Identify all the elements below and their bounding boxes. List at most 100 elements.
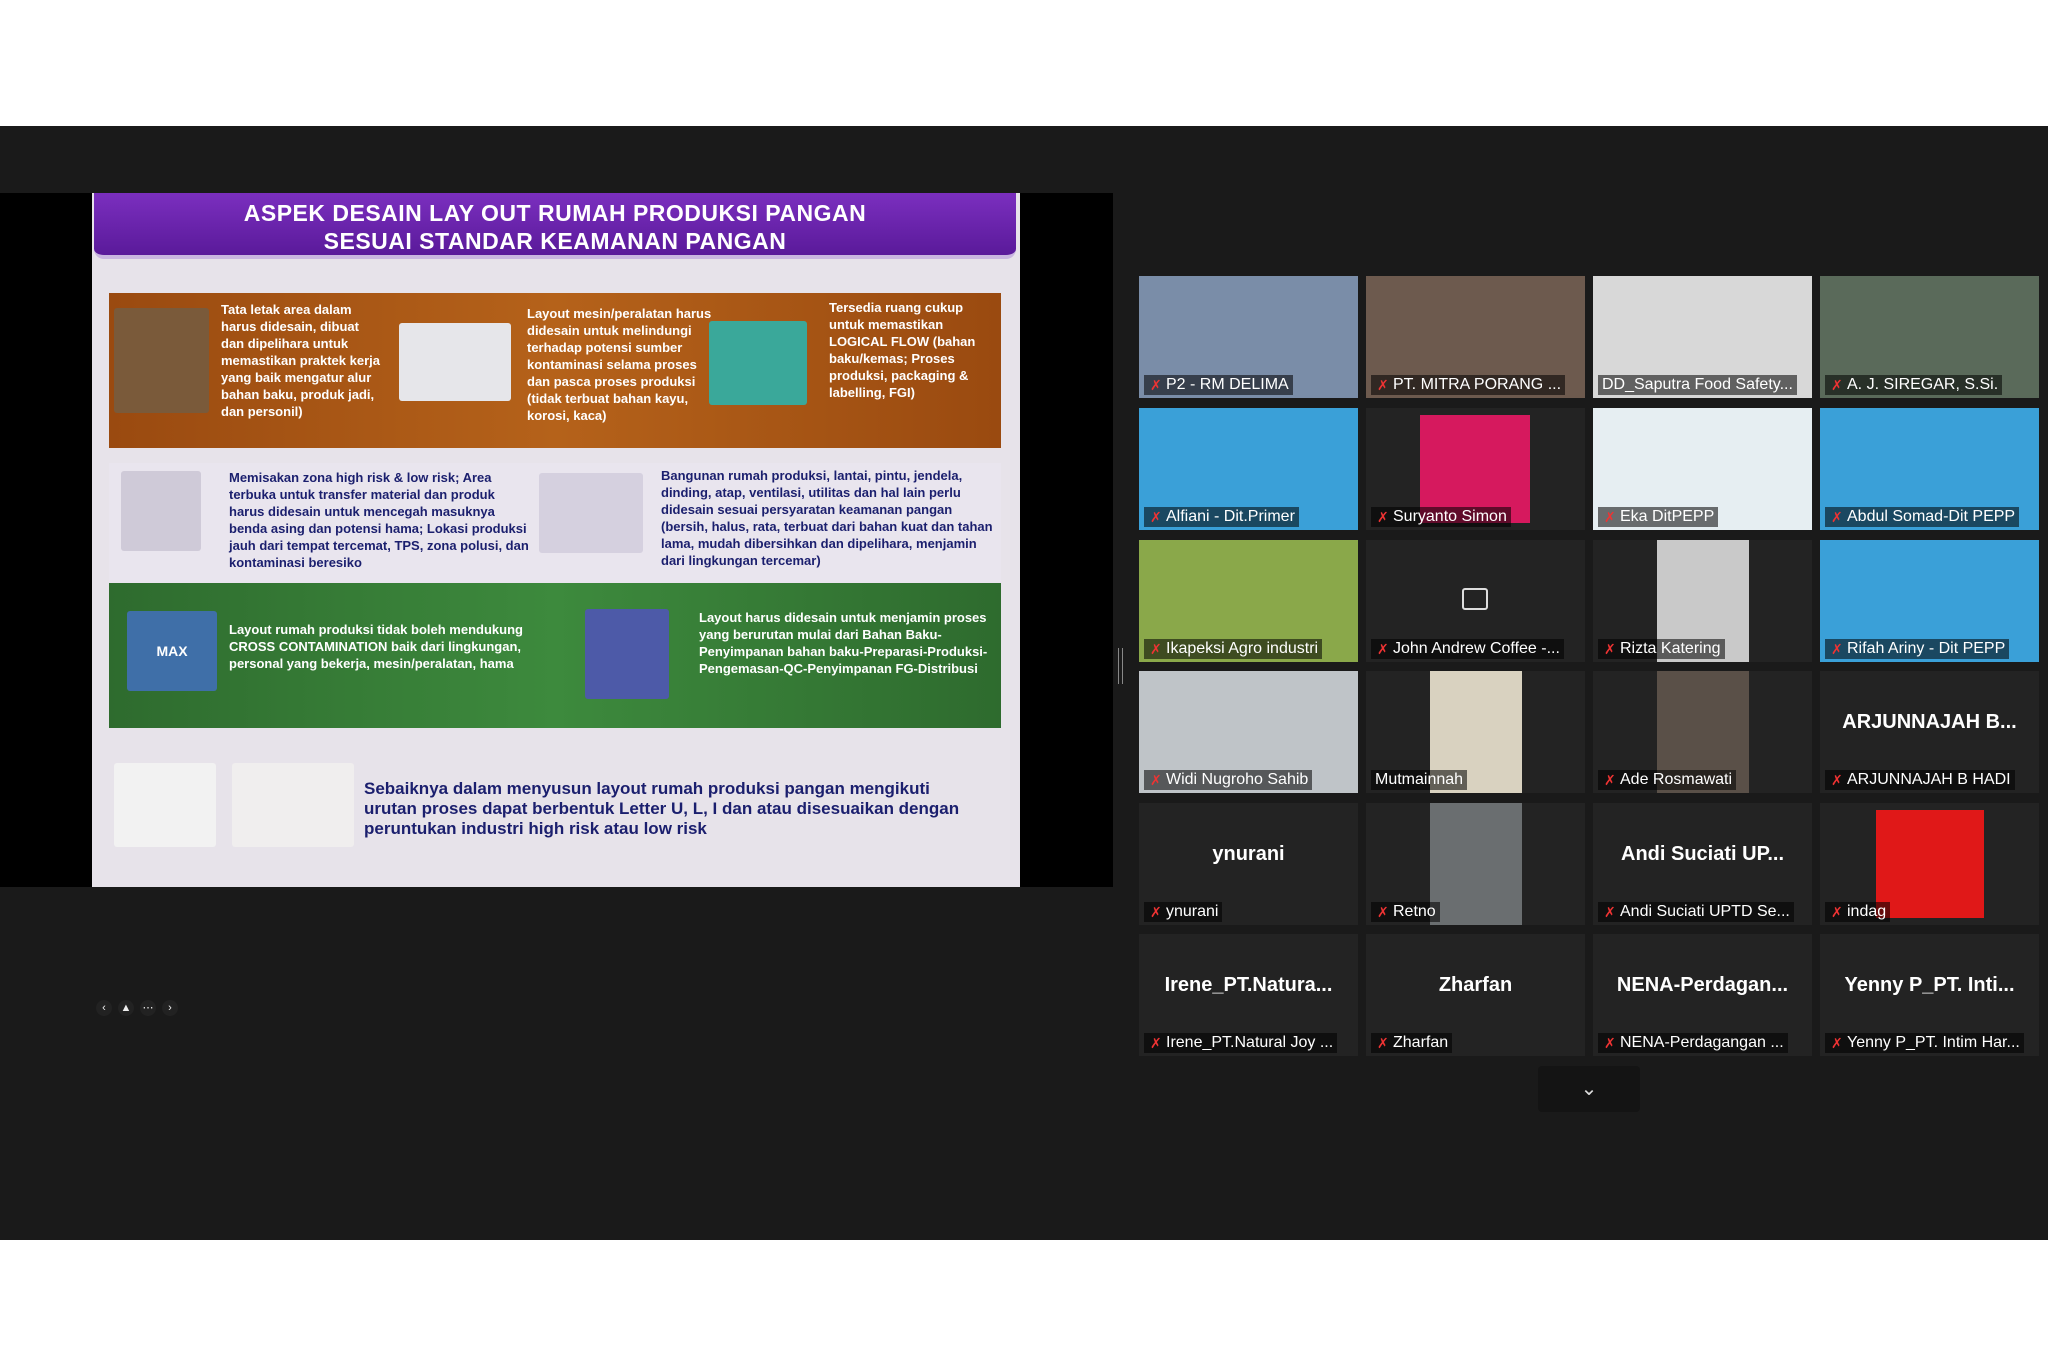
gray-text-2: Bangunan rumah produksi, lantai, pintu, … [661,468,993,568]
participant-display-name: Irene_PT.Natura... [1164,974,1333,996]
participant-tile[interactable]: ✗ Abdul Somad-Dit PEPP [1820,408,2039,530]
participant-tile[interactable]: Andi Suciati UP... ✗ Andi Suciati UPTD Se.… [1593,803,1812,925]
slide-title-line1: ASPEK DESAIN LAY OUT RUMAH PRODUKSI PANG… [243,200,867,226]
participant-tile[interactable]: ✗ Rizta Katering [1593,540,1812,662]
participant-name-label: ✗ Abdul Somad-Dit PEPP [1825,507,2020,527]
participant-name-label: ✗ NENA-Perdagangan ... [1598,1033,1788,1053]
participant-tile[interactable]: ARJUNNAJAH B... ✗ ARJUNNAJAH B HADI [1820,671,2039,793]
more-options-icon[interactable]: ⋯ [140,1000,156,1016]
participant-video [1430,803,1522,925]
participant-tile[interactable]: ✗ Widi Nugroho Sahib [1139,671,1358,793]
conveyor-illustration [121,471,201,551]
participant-name: PT. MITRA PORANG ... [1393,376,1562,393]
participant-display-name: Yenny P_PT. Inti... [1844,974,2015,996]
participant-name-label: ✗ Eka DitPEPP [1598,507,1719,527]
mic-off-icon: ✗ [1150,904,1162,920]
participant-tile[interactable]: NENA-Perdagan... ✗ NENA-Perdagangan ... [1593,934,1812,1056]
mic-off-icon: ✗ [1831,1035,1843,1051]
mic-off-icon: ✗ [1150,641,1162,657]
mic-off-icon: ✗ [1604,772,1616,788]
slide-navigation: ‹ ▲ ⋯ › [96,1000,178,1016]
participant-name-label: ✗ Suryanto Simon [1371,507,1511,527]
mic-off-icon: ✗ [1831,641,1843,657]
participant-name: Ikapeksi Agro industri [1166,640,1319,657]
participant-name-label: ✗ Yenny P_PT. Intim Har... [1825,1033,2024,1053]
slide-bottom-text: Sebaiknya dalam menyusun layout rumah pr… [364,779,960,838]
participant-tile[interactable]: ✗ PT. MITRA PORANG ... [1366,276,1585,398]
participant-name: Retno [1393,903,1436,920]
participant-tile[interactable]: ✗ indag [1820,803,2039,925]
participant-tile[interactable]: ✗ Suryanto Simon [1366,408,1585,530]
participant-name: NENA-Perdagangan ... [1620,1034,1784,1051]
participant-name: DD_Saputra Food Safety... [1602,376,1793,393]
participant-name: Yenny P_PT. Intim Har... [1847,1034,2020,1051]
mic-off-icon: ✗ [1377,904,1389,920]
mic-off-icon: ✗ [1604,509,1616,525]
participant-display-name: Zharfan [1438,974,1513,996]
participant-name-label: ✗ Rizta Katering [1598,639,1725,659]
participant-name-label: ✗ Ikapeksi Agro industri [1144,639,1323,659]
participant-name-label: Mutmainnah [1371,770,1468,790]
mic-off-icon: ✗ [1831,509,1843,525]
participant-tile[interactable]: ✗ Rifah Ariny - Dit PEPP [1820,540,2039,662]
participant-name-label: ✗ indag [1825,902,1891,922]
participant-name-label: DD_Saputra Food Safety... [1598,375,1797,395]
participant-tile[interactable]: ✗ P2 - RM DELIMA [1139,276,1358,398]
mic-off-icon: ✗ [1831,772,1843,788]
participant-name: Irene_PT.Natural Joy ... [1166,1034,1334,1051]
factory-illustration [114,308,209,413]
chevron-down-icon: ⌄ [1580,1078,1598,1100]
participant-tile[interactable]: ✗ Retno [1366,803,1585,925]
mic-off-icon: ✗ [1150,509,1162,525]
participant-name: Rizta Katering [1620,640,1721,657]
splitter-handle[interactable] [1118,648,1123,684]
participant-name-label: ✗ Rifah Ariny - Dit PEPP [1825,639,2010,659]
participant-name-label: ✗ Alfiani - Dit.Primer [1144,507,1299,527]
participant-name: Widi Nugroho Sahib [1166,771,1309,788]
participant-name-label: ✗ Ade Rosmawati [1598,770,1737,790]
green-text-2: Layout harus didesain untuk menjamin pro… [699,610,988,676]
gallery-next-page-button[interactable]: ⌄ [1538,1066,1640,1112]
previous-slide-icon[interactable]: ‹ [96,1000,112,1016]
orange-text-1: Tata letak area dalam harus didesain, di… [221,302,380,419]
participant-tile[interactable]: Yenny P_PT. Inti... ✗ Yenny P_PT. Intim Ha… [1820,934,2039,1056]
process-illustration [585,609,669,699]
participant-name: ynurani [1166,903,1219,920]
gray-text-1: Memisakan zona high risk & low risk; Are… [229,470,529,570]
participant-tile[interactable]: Mutmainnah [1366,671,1585,793]
building-illustration [539,473,643,553]
participant-tile[interactable]: ynurani ✗ ynurani [1139,803,1358,925]
participant-tile[interactable]: ✗ Ikapeksi Agro industri [1139,540,1358,662]
participant-tile[interactable]: ✗ A. J. SIREGAR, S.Si. [1820,276,2039,398]
slide-band-orange: Tata letak area dalam harus didesain, di… [109,293,1001,448]
max-gear-illustration: MAX [127,611,217,691]
layout-diagram-2 [232,763,354,847]
participant-name-label: ✗ Retno [1371,902,1440,922]
mic-off-icon: ✗ [1604,1035,1616,1051]
slide-title: ASPEK DESAIN LAY OUT RUMAH PRODUKSI PANG… [94,193,1016,259]
participant-name-label: ✗ Zharfan [1371,1033,1453,1053]
participant-name: ARJUNNAJAH B HADI [1847,771,2011,788]
mic-off-icon: ✗ [1150,377,1162,393]
presentation-slide: ASPEK DESAIN LAY OUT RUMAH PRODUKSI PANG… [92,193,1020,887]
participant-tile[interactable]: ✗ Eka DitPEPP [1593,408,1812,530]
participant-tile[interactable]: DD_Saputra Food Safety... [1593,276,1812,398]
participant-name: Zharfan [1393,1034,1449,1051]
participant-display-name: ynurani [1212,843,1285,865]
video-off-icon [1462,588,1488,610]
participant-name: Rifah Ariny - Dit PEPP [1847,640,2006,657]
mic-off-icon: ✗ [1377,641,1389,657]
participant-tile[interactable]: ✗ Alfiani - Dit.Primer [1139,408,1358,530]
machine-illustration [399,323,511,401]
participant-tile[interactable]: ✗ John Andrew Coffee -... [1366,540,1585,662]
participant-tile[interactable]: ✗ Ade Rosmawati [1593,671,1812,793]
participant-tile[interactable]: Zharfan ✗ Zharfan [1366,934,1585,1056]
slide-band-green: MAX Layout rumah produksi tidak boleh me… [109,583,1001,728]
participant-name-label: ✗ Irene_PT.Natural Joy ... [1144,1033,1338,1053]
pointer-icon[interactable]: ▲ [118,1000,134,1016]
participant-name: Suryanto Simon [1393,508,1507,525]
participant-name-label: ✗ PT. MITRA PORANG ... [1371,375,1566,395]
participant-tile[interactable]: Irene_PT.Natura... ✗ Irene_PT.Natural Joy … [1139,934,1358,1056]
next-slide-icon[interactable]: › [162,1000,178,1016]
participant-name: Eka DitPEPP [1620,508,1715,525]
